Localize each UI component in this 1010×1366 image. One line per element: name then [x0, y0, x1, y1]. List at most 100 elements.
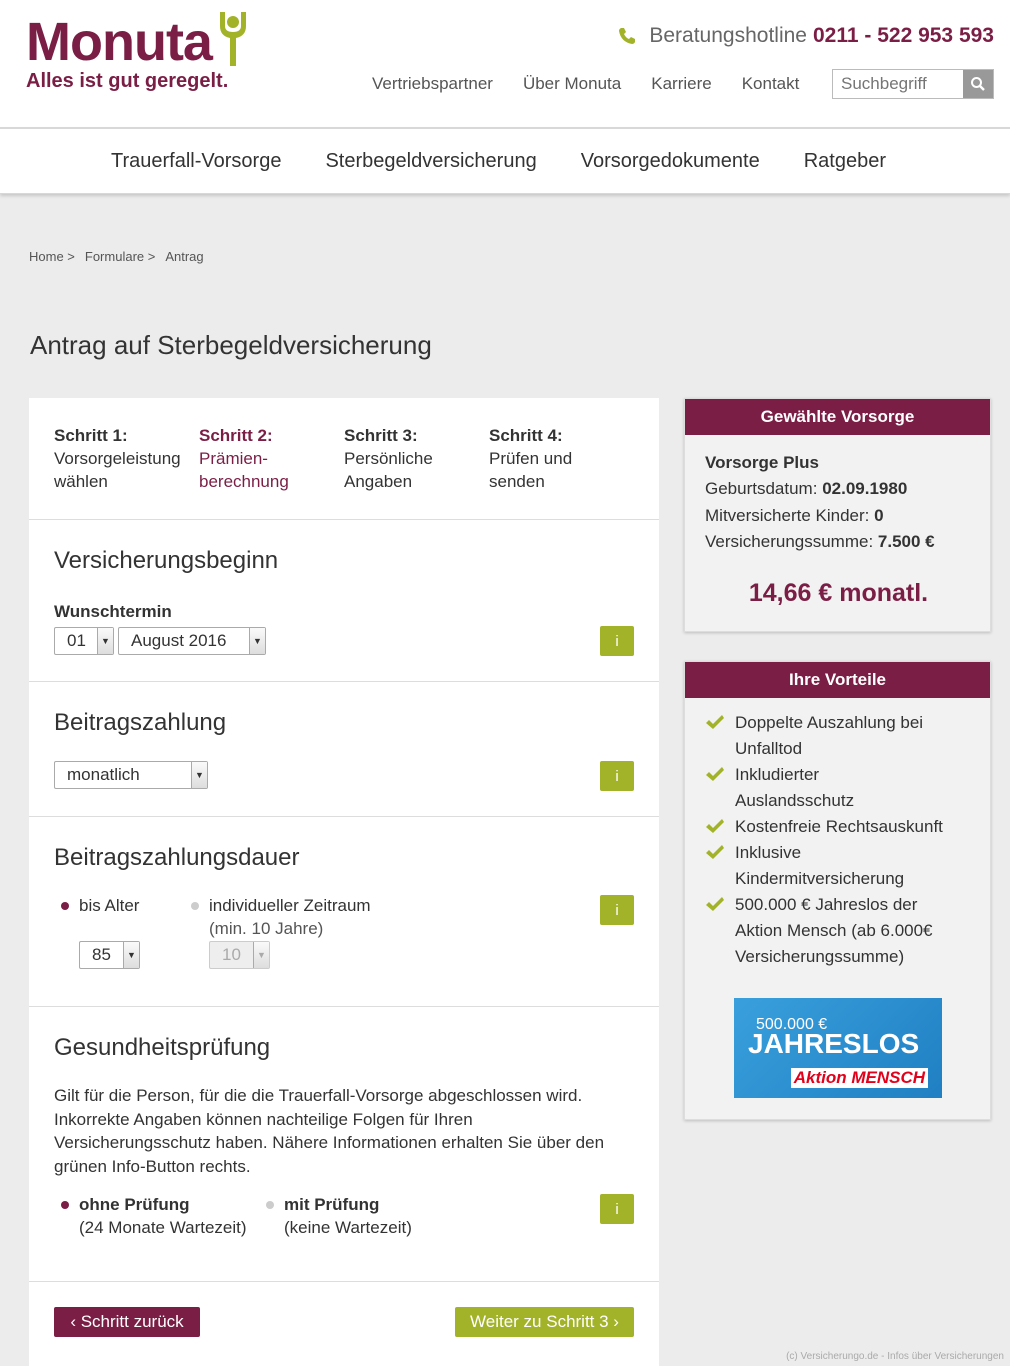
step-3-title: Schritt 3: [344, 426, 418, 445]
page-title: Antrag auf Sterbegeldversicherung [30, 330, 432, 360]
check-icon [706, 767, 724, 781]
summary-kids-label: Mitversicherte Kinder: [705, 506, 870, 525]
phone-icon [619, 28, 636, 44]
radio-individueller-zeitraum[interactable]: individueller Zeitraum (min. 10 Jahre) [191, 894, 371, 940]
payment-interval-value: monatlich [67, 765, 140, 784]
advantage-item: Inkludierter Auslandsschutz [705, 762, 985, 814]
advantage-text: Auslandsschutz [735, 791, 855, 810]
step-1-title: Schritt 1: [54, 426, 128, 445]
chevron-down-icon: ▼ [191, 762, 207, 788]
hotline-label: Beratungshotline [649, 24, 807, 47]
section-title-beitragszahlungsdauer: Beitragszahlungsdauer [54, 844, 300, 871]
month-select-value: August 2016 [131, 631, 227, 650]
check-icon [706, 845, 724, 859]
nav-trauerfall-vorsorge[interactable]: Trauerfall-Vorsorge [111, 150, 281, 173]
hotline-number[interactable]: 0211 - 522 953 593 [813, 24, 994, 48]
check-icon [706, 819, 724, 833]
info-button-beitragszahlung[interactable]: i [600, 761, 634, 791]
month-select[interactable]: August 2016 ▼ [118, 627, 266, 655]
chevron-down-icon: ▼ [249, 628, 265, 654]
section-title-gesundheitspruefung: Gesundheitsprüfung [54, 1034, 271, 1061]
summary-birth-label: Geburtsdatum: [705, 479, 818, 498]
summary-box: Gewählte Vorsorge Vorsorge Plus Geburtsd… [684, 398, 991, 632]
back-button[interactable]: ‹ Schritt zurück [54, 1307, 200, 1337]
nav-vorsorgedokumente[interactable]: Vorsorgedokumente [581, 150, 760, 173]
topnav-vertriebspartner[interactable]: Vertriebspartner [372, 74, 493, 94]
day-select-value: 01 [67, 631, 86, 650]
step-4-line1: Prüfen und [489, 449, 573, 468]
step-3-line1: Persönliche [344, 449, 433, 468]
check-icon [706, 715, 724, 729]
step-2-line2: berechnung [199, 472, 289, 491]
radio-individueller-zeitraum-sub: (min. 10 Jahre) [209, 919, 324, 938]
step-2-title: Schritt 2: [199, 426, 273, 445]
step-3-line2: Angaben [344, 472, 413, 491]
summary-kids-value: 0 [874, 506, 884, 525]
advantages-list: Doppelte Auszahlung bei Unfalltod Inklud… [705, 710, 985, 970]
advantage-text: Inkludierter [735, 765, 820, 784]
step-3: Schritt 3: Persönliche Angaben [344, 424, 489, 493]
step-4: Schritt 4: Prüfen und senden [489, 424, 634, 493]
radio-mit-pruefung[interactable]: mit Prüfung (keine Wartezeit) [266, 1193, 412, 1239]
step-1-line1: Vorsorgeleistung [54, 449, 181, 468]
breadcrumb-home[interactable]: Home > [29, 249, 75, 264]
day-select[interactable]: 01 ▼ [54, 627, 114, 655]
radio-individueller-zeitraum-label: individueller Zeitraum [209, 896, 371, 915]
years-select: 10 ▼ [209, 941, 270, 969]
age-select[interactable]: 85 ▼ [79, 941, 140, 969]
advantage-text: Kindermitversicherung [735, 869, 905, 888]
chevron-down-icon: ▼ [97, 628, 113, 654]
advantage-text: Doppelte Auszahlung bei [735, 713, 924, 732]
divider [29, 1006, 659, 1007]
section-title-beitragszahlung: Beitragszahlung [54, 709, 227, 736]
topnav-ueber-monuta[interactable]: Über Monuta [523, 74, 621, 94]
logo[interactable]: Monuta [26, 12, 213, 72]
summary-title: Gewählte Vorsorge [685, 399, 990, 435]
logo-slogan: Alles ist gut geregelt. [26, 70, 229, 92]
search-button[interactable] [963, 70, 993, 98]
logo-figure-icon [220, 12, 246, 66]
step-1: Schritt 1: Vorsorgeleistung wählen [54, 424, 199, 493]
next-button[interactable]: Weiter zu Schritt 3 › [455, 1307, 634, 1337]
radio-bis-alter-label: bis Alter [79, 896, 140, 915]
nav-ratgeber[interactable]: Ratgeber [804, 150, 886, 173]
radio-mit-pruefung-sub: (keine Wartezeit) [284, 1218, 412, 1237]
summary-sum-label: Versicherungssumme: [705, 532, 874, 551]
advantage-text: Aktion Mensch (ab 6.000€ [735, 921, 933, 940]
advantage-text: Inklusive [735, 843, 802, 862]
summary-kids: Mitversicherte Kinder: 0 [705, 506, 884, 526]
topnav-karriere[interactable]: Karriere [651, 74, 711, 94]
years-select-value: 10 [222, 945, 241, 964]
radio-dot-selected [61, 902, 69, 910]
radio-ohne-pruefung-sub: (24 Monate Wartezeit) [79, 1218, 247, 1237]
step-4-line2: senden [489, 472, 545, 491]
info-button-beitragszahlungsdauer[interactable]: i [600, 895, 634, 925]
info-button-versicherungsbeginn[interactable]: i [600, 626, 634, 656]
breadcrumb-formulare[interactable]: Formulare > [85, 249, 155, 264]
radio-ohne-pruefung[interactable]: ohne Prüfung (24 Monate Wartezeit) [61, 1193, 247, 1239]
step-4-title: Schritt 4: [489, 426, 563, 445]
footer-note: (c) Versicherungo.de - Infos über Versic… [786, 1351, 1004, 1362]
radio-ohne-pruefung-label: ohne Prüfung [79, 1195, 190, 1214]
summary-sum-value: 7.500 € [877, 532, 935, 551]
advantage-item: Inklusive Kindermitversicherung [705, 840, 985, 892]
banner-headline: JAHRESLOS [748, 1028, 920, 1059]
nav-sterbegeldversicherung[interactable]: Sterbegeldversicherung [325, 150, 536, 173]
aktion-mensch-banner[interactable]: 500.000 € JAHRESLOS Aktion MENSCH [734, 998, 942, 1098]
info-button-gesundheitspruefung[interactable]: i [600, 1194, 634, 1224]
breadcrumb: Home > Formulare > Antrag [29, 249, 214, 264]
hotline[interactable]: Beratungshotline 0211 - 522 953 593 [617, 24, 994, 48]
search-input[interactable] [833, 70, 963, 98]
payment-interval-select[interactable]: monatlich ▼ [54, 761, 208, 789]
radio-dot-unselected [266, 1201, 274, 1209]
breadcrumb-antrag: Antrag [165, 249, 204, 264]
summary-birth: Geburtsdatum: 02.09.1980 [705, 479, 907, 499]
divider [29, 519, 659, 520]
advantage-item: Kostenfreie Rechtsauskunft [705, 814, 985, 840]
step-1-line2: wählen [54, 472, 108, 491]
divider [29, 816, 659, 817]
topnav-kontakt[interactable]: Kontakt [742, 74, 800, 94]
radio-bis-alter[interactable]: bis Alter [61, 894, 140, 917]
summary-price: 14,66 € monatl. [748, 579, 929, 607]
application-form: Schritt 1: Vorsorgeleistung wählen Schri… [29, 398, 659, 1366]
